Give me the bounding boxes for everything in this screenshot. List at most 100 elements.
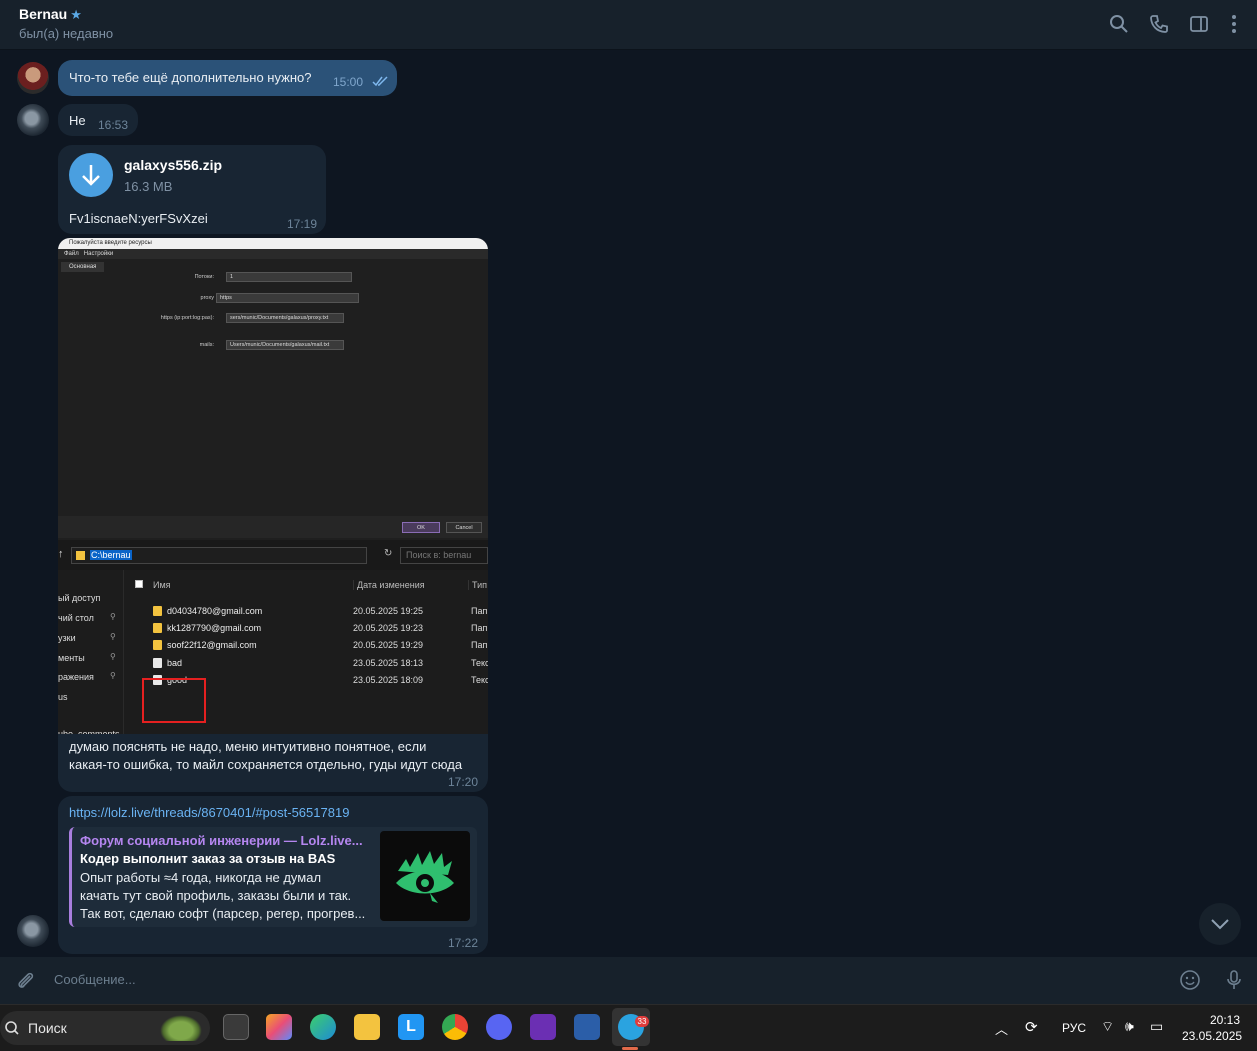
file-row: d04034780@gmail.com 20.05.2025 19:25 Пап — [124, 603, 488, 620]
nav-item: us — [58, 692, 68, 702]
preview-site-name: Форум социальной инженерии — Lolz.live..… — [80, 833, 363, 848]
message-bubble[interactable]: Не 16:53 — [58, 104, 138, 136]
message-text-line: какая-то ошибка, то майл сохраняется отд… — [69, 757, 463, 772]
message-text: Что-то тебе ещё дополнительно нужно? — [69, 70, 312, 85]
link-preview[interactable]: Форум социальной инженерии — Lolz.live..… — [69, 827, 477, 927]
file-row-name: kk1287790@gmail.com — [167, 623, 262, 633]
app-l-icon[interactable]: L — [398, 1014, 424, 1040]
column-date: Дата изменения — [353, 580, 425, 590]
explorer-body: ый доступ чий стол ⚲ узки ⚲ менты ⚲ раже… — [58, 570, 488, 734]
preview-desc-line: качать тут свой профиль, заказы были и т… — [80, 888, 352, 903]
nav-item: ражения — [58, 672, 94, 682]
link-message[interactable]: https://lolz.live/threads/8670401/#post-… — [58, 796, 488, 954]
file-row-type: Текс — [471, 675, 488, 685]
file-row-date: 20.05.2025 19:25 — [353, 606, 424, 616]
pin-icon: ⚲ — [110, 652, 116, 661]
https-field: sers/munic/Documents/galaxus/proxy.txt — [226, 313, 344, 323]
read-checkmarks-icon — [372, 76, 388, 87]
active-app-indicator — [622, 1047, 638, 1050]
refresh-icon: ↻ — [384, 548, 393, 559]
file-size: 16.3 MB — [124, 179, 173, 194]
clock-date[interactable]: 23.05.2025 — [1182, 1029, 1242, 1043]
dialog-menu: Файл Настройки — [58, 249, 488, 259]
language-indicator[interactable]: РУС — [1062, 1021, 1086, 1035]
battery-icon[interactable]: ▭ — [1150, 1018, 1163, 1035]
message-composer: Сообщение... — [0, 957, 1257, 1004]
wifi-icon[interactable]: ⌔ — [1101, 1018, 1114, 1036]
message-text: Не — [69, 113, 86, 128]
message-input[interactable]: Сообщение... — [54, 972, 136, 987]
more-vertical-icon[interactable] — [1223, 13, 1245, 35]
search-icon[interactable] — [1108, 13, 1130, 35]
column-type: Тип — [468, 580, 487, 590]
file-row-date: 20.05.2025 19:29 — [353, 640, 424, 650]
scroll-down-button[interactable] — [1199, 903, 1241, 945]
file-row-name: soof22f12@gmail.com — [167, 640, 257, 650]
emoji-icon[interactable] — [1179, 969, 1201, 991]
message-time: 17:19 — [287, 217, 318, 231]
download-icon[interactable] — [69, 153, 113, 197]
task-view-icon[interactable] — [223, 1014, 249, 1040]
remote-desktop-icon[interactable] — [574, 1014, 600, 1040]
message-link[interactable]: https://lolz.live/threads/8670401/#post-… — [69, 805, 349, 820]
mails-field: Users/munic/Documents/galaxus/mail.txt — [226, 340, 344, 350]
star-icon: ★ — [70, 7, 82, 22]
preview-title: Кодер выполнит заказ за отзыв на BAS — [80, 851, 336, 866]
pin-icon: ⚲ — [110, 612, 116, 621]
message-time: 17:22 — [448, 936, 479, 950]
chevron-up-icon[interactable]: ︿ — [995, 1019, 1008, 1038]
preview-image — [380, 831, 470, 921]
file-name[interactable]: galaxys556.zip — [124, 157, 222, 173]
chrome-icon[interactable] — [442, 1014, 468, 1040]
chat-status: был(а) недавно — [19, 26, 114, 41]
chat-header: Bernau ★ был(а) недавно — [0, 0, 1257, 50]
volume-icon[interactable]: 🕪 — [1125, 1018, 1134, 1035]
file-explorer-icon[interactable] — [354, 1014, 380, 1040]
folder-icon — [76, 551, 85, 560]
sidebar-toggle-icon[interactable] — [1188, 13, 1210, 35]
column-name: Имя — [153, 580, 171, 590]
avatar[interactable] — [17, 915, 49, 947]
preview-desc-line: Так вот, сделаю софт (парсер, регер, про… — [80, 906, 366, 921]
folder-icon — [153, 640, 162, 650]
nav-item: чий стол — [58, 613, 94, 623]
file-row: soof22f12@gmail.com 20.05.2025 19:29 Пап — [124, 637, 488, 654]
chat-title[interactable]: Bernau ★ — [19, 6, 82, 23]
nav-item: узки — [58, 633, 76, 643]
search-icon — [5, 1021, 19, 1035]
folder-icon — [153, 606, 162, 616]
file-row-type: Пап — [471, 623, 488, 633]
threads-field: 1 — [226, 272, 352, 282]
copilot-icon[interactable] — [266, 1014, 292, 1040]
mails-label: mails: — [199, 342, 214, 348]
file-message[interactable]: galaxys556.zip 16.3 MB Fv1iscnaeN:yerFSv… — [58, 145, 326, 234]
eye-logo-icon — [396, 851, 454, 903]
attach-icon[interactable] — [15, 970, 37, 992]
message-text-line: думаю пояснять не надо, меню интуитивно … — [69, 739, 427, 754]
chevron-down-icon — [1211, 919, 1229, 930]
avatar[interactable] — [17, 104, 49, 136]
dialog-title: Пожалуйста введите ресурсы — [58, 238, 488, 249]
screenshot-image[interactable]: Пожалуйста введите ресурсы Файл Настройк… — [58, 238, 488, 734]
threads-label: Потоки: — [194, 274, 214, 280]
message-list[interactable]: Что-то тебе ещё дополнительно нужно? 15:… — [0, 50, 1257, 957]
nav-item: менты — [58, 653, 85, 663]
message-time: 15:00 — [333, 75, 364, 89]
preview-description: Опыт работы ≈4 года, никогда не думал ка… — [80, 869, 375, 923]
clock-time[interactable]: 20:13 — [1210, 1013, 1240, 1027]
discord-icon[interactable] — [486, 1014, 512, 1040]
edge-icon[interactable] — [310, 1014, 336, 1040]
up-arrow-icon: ↑ — [58, 548, 64, 560]
file-row-date: 23.05.2025 18:13 — [353, 658, 424, 668]
microphone-icon[interactable] — [1223, 969, 1245, 991]
app-d-icon[interactable] — [530, 1014, 556, 1040]
phone-icon[interactable] — [1148, 13, 1170, 35]
telegram-unread-badge: 33 — [635, 1016, 649, 1027]
message-text: Fv1iscnaeN:yerFSvXzei — [69, 211, 208, 226]
avatar[interactable] — [17, 62, 49, 94]
message-bubble[interactable]: Что-то тебе ещё дополнительно нужно? 15:… — [58, 60, 397, 96]
message-time: 17:20 — [448, 775, 479, 789]
taskbar-search[interactable]: Поиск — [0, 1011, 210, 1045]
sync-icon[interactable]: ⟳ — [1025, 1018, 1038, 1036]
message-bubble[interactable]: думаю пояснять не надо, меню интуитивно … — [58, 734, 488, 792]
